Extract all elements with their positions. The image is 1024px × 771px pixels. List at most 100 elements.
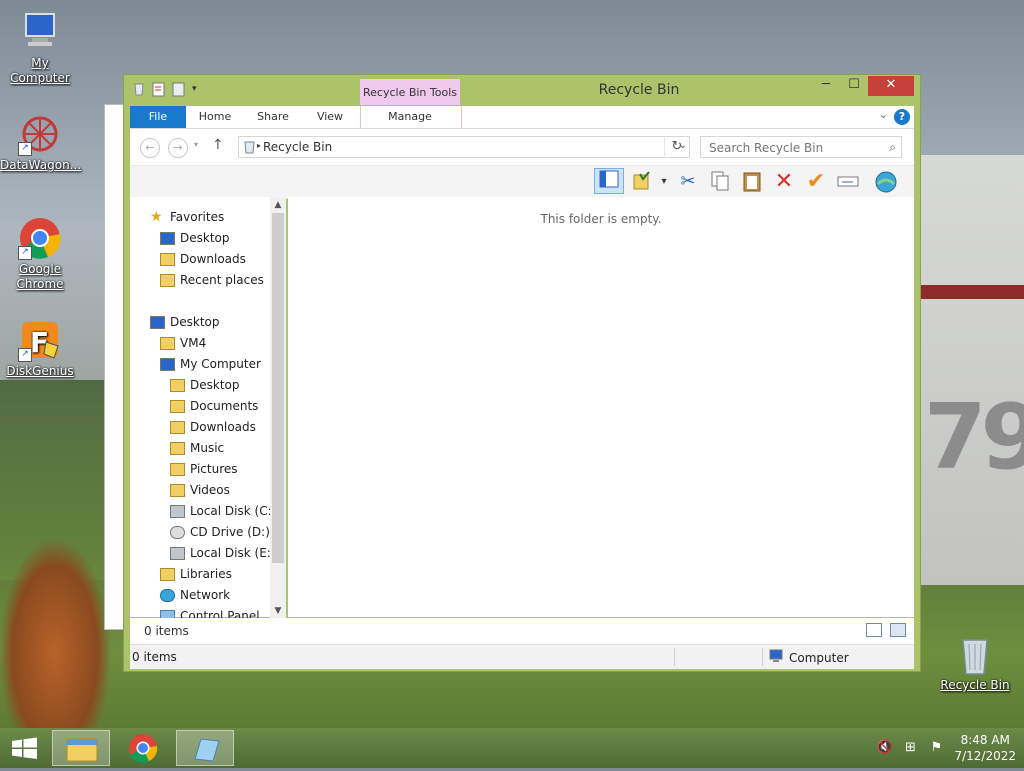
tab-home[interactable]: Home bbox=[192, 106, 238, 128]
globe-icon[interactable] bbox=[874, 170, 898, 194]
nav-item-vm4[interactable]: VM4 bbox=[160, 336, 206, 350]
preview-pane-button[interactable] bbox=[594, 168, 624, 194]
search-box[interactable]: ⌕ bbox=[700, 136, 902, 158]
nav-scrollbar[interactable]: ▲ ▼ bbox=[270, 197, 286, 619]
nav-item-pictures[interactable]: Pictures bbox=[170, 462, 238, 476]
desktop-icon-label: DiskGenius bbox=[6, 364, 74, 378]
nav-item-favorites[interactable]: ★ Favorites bbox=[150, 208, 224, 225]
taskbar-chrome[interactable] bbox=[114, 730, 172, 766]
nav-item-desktop[interactable]: Desktop bbox=[160, 231, 230, 245]
desktop-icon-my-computer[interactable]: My Computer bbox=[0, 10, 80, 86]
nav-item-desktop-root[interactable]: Desktop bbox=[150, 315, 220, 329]
checkmark-icon[interactable]: ✔ bbox=[804, 170, 828, 194]
nav-item-downloads[interactable]: Downloads bbox=[160, 252, 246, 266]
scroll-down-icon[interactable]: ▼ bbox=[270, 603, 286, 619]
recycle-bin-icon bbox=[953, 632, 997, 676]
large-icons-view-icon[interactable] bbox=[890, 623, 906, 637]
nav-item-local-disk-c[interactable]: Local Disk (C:) bbox=[170, 504, 276, 518]
volume-muted-icon[interactable]: 🔇 bbox=[876, 740, 892, 756]
nav-item-network[interactable]: Network bbox=[160, 588, 230, 602]
nav-item-documents[interactable]: Documents bbox=[170, 399, 258, 413]
command-toolbar: ▾ ✂ ✕ ✔ bbox=[130, 165, 914, 199]
action-center-icon[interactable]: ⚑ bbox=[928, 740, 944, 756]
desktop-icon bbox=[150, 315, 165, 329]
downloads-icon bbox=[170, 420, 185, 434]
nav-item-recent-places[interactable]: Recent places bbox=[160, 273, 264, 287]
nav-item-cd-drive-d[interactable]: CD Drive (D:) bbox=[170, 525, 270, 539]
up-button[interactable]: ↑ bbox=[212, 137, 224, 153]
address-field[interactable]: ▸ Recycle Bin ⌄ bbox=[238, 136, 690, 158]
title-bar[interactable]: ▾ Recycle Bin Tools Recycle Bin ─ ☐ ✕ bbox=[124, 75, 920, 105]
taskbar-file-explorer[interactable] bbox=[52, 730, 110, 766]
nav-item-downloads-folder[interactable]: Downloads bbox=[170, 420, 256, 434]
nav-item-desktop-folder[interactable]: Desktop bbox=[170, 378, 240, 392]
clock-date: 7/12/2022 bbox=[954, 749, 1016, 763]
status-bar: 0 items Computer bbox=[130, 644, 914, 669]
clock[interactable]: 8:48 AM 7/12/2022 bbox=[954, 732, 1016, 764]
scroll-thumb[interactable] bbox=[272, 213, 284, 563]
chrome-icon: ↗ bbox=[18, 216, 62, 260]
tab-manage[interactable]: Manage bbox=[360, 106, 460, 128]
forward-button[interactable]: → bbox=[168, 138, 188, 158]
system-tray: 🔇 ⊞ ⚑ 8:48 AM 7/12/2022 bbox=[876, 728, 1016, 768]
details-view-icon[interactable] bbox=[866, 623, 882, 637]
nav-item-my-computer[interactable]: My Computer bbox=[160, 357, 261, 371]
refresh-button[interactable]: ↻ bbox=[664, 136, 689, 158]
desktop-icon bbox=[160, 231, 175, 245]
recent-icon bbox=[160, 273, 175, 287]
tab-file[interactable]: File bbox=[130, 106, 186, 128]
desktop-icon-datawagon[interactable]: ↗ DataWagon... bbox=[0, 112, 81, 173]
delete-icon[interactable]: ✕ bbox=[772, 170, 796, 194]
taskbar: 🔇 ⊞ ⚑ 8:48 AM 7/12/2022 bbox=[0, 728, 1024, 768]
help-icon[interactable]: ? bbox=[894, 109, 910, 125]
cd-icon bbox=[170, 525, 185, 539]
videos-icon bbox=[170, 483, 185, 497]
item-count: 0 items bbox=[144, 624, 189, 638]
nav-item-libraries[interactable]: Libraries bbox=[160, 567, 232, 581]
nav-item-videos[interactable]: Videos bbox=[170, 483, 230, 497]
breadcrumb-recycle-bin[interactable]: Recycle Bin bbox=[263, 140, 332, 154]
file-list[interactable]: This folder is empty. bbox=[288, 197, 914, 617]
rename-icon[interactable] bbox=[836, 170, 860, 194]
context-tab-recycle-bin-tools: Recycle Bin Tools bbox=[360, 79, 460, 105]
qat-dropdown-icon[interactable]: ▾ bbox=[192, 81, 206, 97]
paste-icon[interactable] bbox=[740, 170, 764, 194]
desktop-icon-google-chrome[interactable]: ↗ Google Chrome bbox=[0, 216, 80, 292]
close-button[interactable]: ✕ bbox=[868, 76, 914, 96]
tab-view[interactable]: View bbox=[308, 106, 352, 128]
new-folder-icon[interactable] bbox=[172, 81, 186, 97]
star-icon: ★ bbox=[150, 208, 163, 225]
taskbar-app[interactable] bbox=[176, 730, 234, 766]
desktop-icon-label: Recycle Bin bbox=[940, 678, 1010, 692]
ribbon-expand-icon[interactable]: ⌄ bbox=[879, 108, 888, 121]
tab-share[interactable]: Share bbox=[250, 106, 296, 128]
window-title: Recycle Bin bbox=[598, 82, 680, 98]
view-dropdown-icon[interactable]: ▾ bbox=[652, 170, 676, 194]
quick-access-toolbar: ▾ bbox=[132, 81, 206, 97]
windows-logo-icon bbox=[12, 737, 37, 759]
recent-locations-icon[interactable]: ▾ bbox=[194, 140, 198, 149]
select-folder-icon[interactable] bbox=[630, 170, 654, 194]
search-input[interactable] bbox=[707, 138, 876, 158]
desktop-icon-recycle-bin[interactable]: Recycle Bin bbox=[935, 632, 1015, 693]
maximize-button[interactable]: ☐ bbox=[840, 76, 868, 96]
start-button[interactable] bbox=[0, 728, 50, 768]
ribbon-tabs: File Home Share View Manage ⌄ ? bbox=[130, 106, 914, 129]
cut-icon[interactable]: ✂ bbox=[676, 170, 700, 194]
copy-icon[interactable] bbox=[708, 170, 732, 194]
wallpaper-fox bbox=[0, 540, 110, 730]
back-button[interactable]: ← bbox=[140, 138, 160, 158]
breadcrumb-chevron-icon[interactable]: ▸ bbox=[257, 141, 261, 150]
scroll-up-icon[interactable]: ▲ bbox=[270, 197, 286, 213]
network-status-icon[interactable]: ⊞ bbox=[902, 740, 918, 756]
downloads-icon bbox=[160, 252, 175, 266]
desktop-icon-diskgenius[interactable]: F ↗ DiskGenius bbox=[0, 318, 80, 379]
explorer-window[interactable]: ▾ Recycle Bin Tools Recycle Bin ─ ☐ ✕ Fi… bbox=[123, 74, 921, 672]
music-icon bbox=[170, 441, 185, 455]
nav-item-local-disk-e[interactable]: Local Disk (E:) bbox=[170, 546, 276, 560]
nav-item-music[interactable]: Music bbox=[170, 441, 224, 455]
navigation-pane: ★ Favorites Desktop Downloads Recent plac… bbox=[130, 197, 286, 623]
minimize-button[interactable]: ─ bbox=[812, 76, 840, 96]
properties-icon[interactable] bbox=[152, 81, 166, 97]
search-icon[interactable]: ⌕ bbox=[889, 140, 896, 155]
